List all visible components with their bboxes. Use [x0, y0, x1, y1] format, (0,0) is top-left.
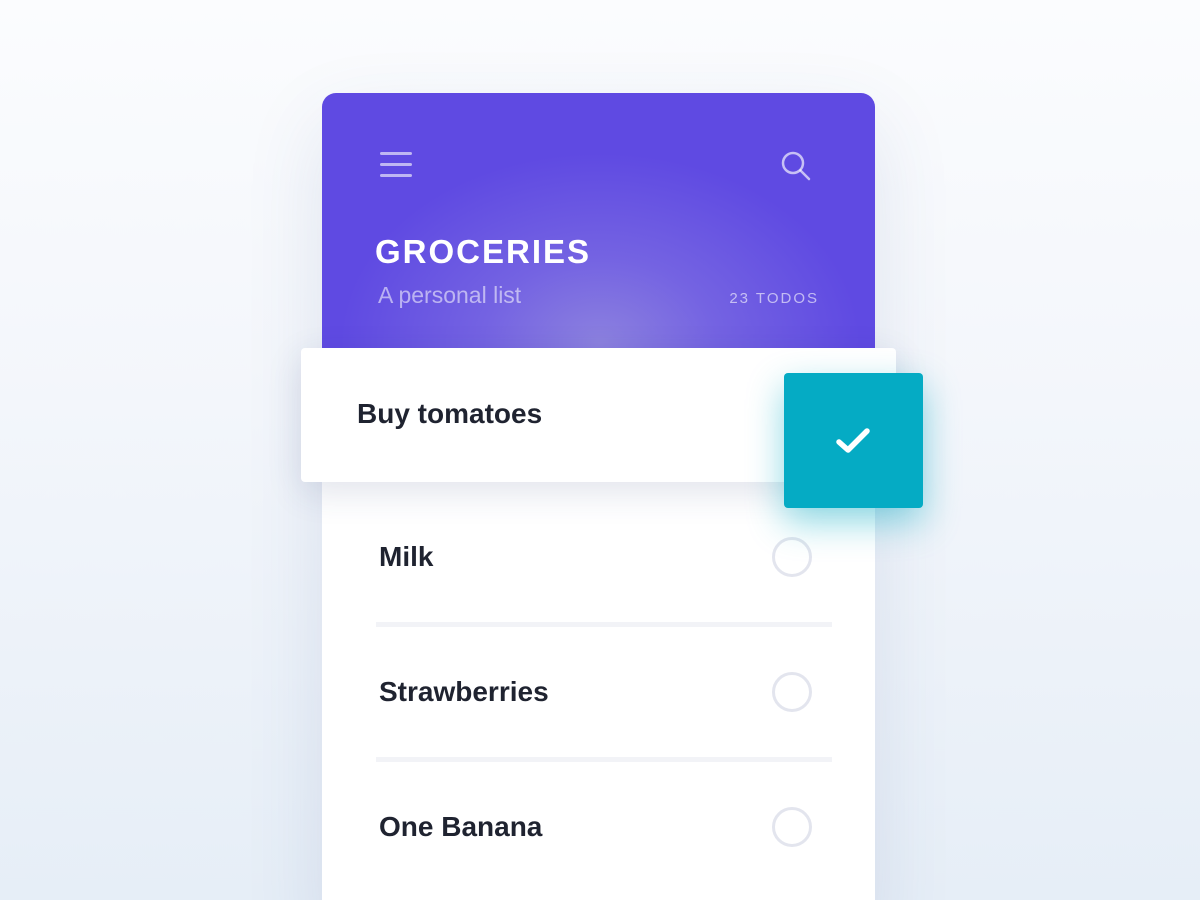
- divider: [376, 622, 832, 627]
- active-todo-label: Buy tomatoes: [357, 398, 543, 429]
- todo-item[interactable]: Milk: [322, 493, 875, 628]
- todo-item[interactable]: Strawberries: [322, 628, 875, 763]
- list-header: GROCERIES A personal list 23 TODOS: [322, 93, 875, 353]
- todo-label: Milk: [379, 541, 434, 572]
- search-icon[interactable]: [780, 150, 812, 182]
- check-circle[interactable]: [772, 672, 812, 712]
- hamburger-menu-icon[interactable]: [380, 152, 412, 178]
- todo-label: One Banana: [379, 811, 543, 842]
- complete-todo-button[interactable]: [784, 373, 923, 508]
- todo-list: Milk Strawberries One Banana: [322, 493, 875, 898]
- check-circle[interactable]: [772, 807, 812, 847]
- todo-item[interactable]: One Banana: [322, 763, 875, 898]
- list-title: GROCERIES: [375, 233, 592, 270]
- divider: [376, 757, 832, 762]
- list-subtitle: A personal list: [378, 282, 522, 308]
- checkmark-icon: [836, 428, 870, 453]
- check-circle[interactable]: [772, 537, 812, 577]
- todo-label: Strawberries: [379, 676, 549, 707]
- todo-count: 23 TODOS: [729, 290, 819, 307]
